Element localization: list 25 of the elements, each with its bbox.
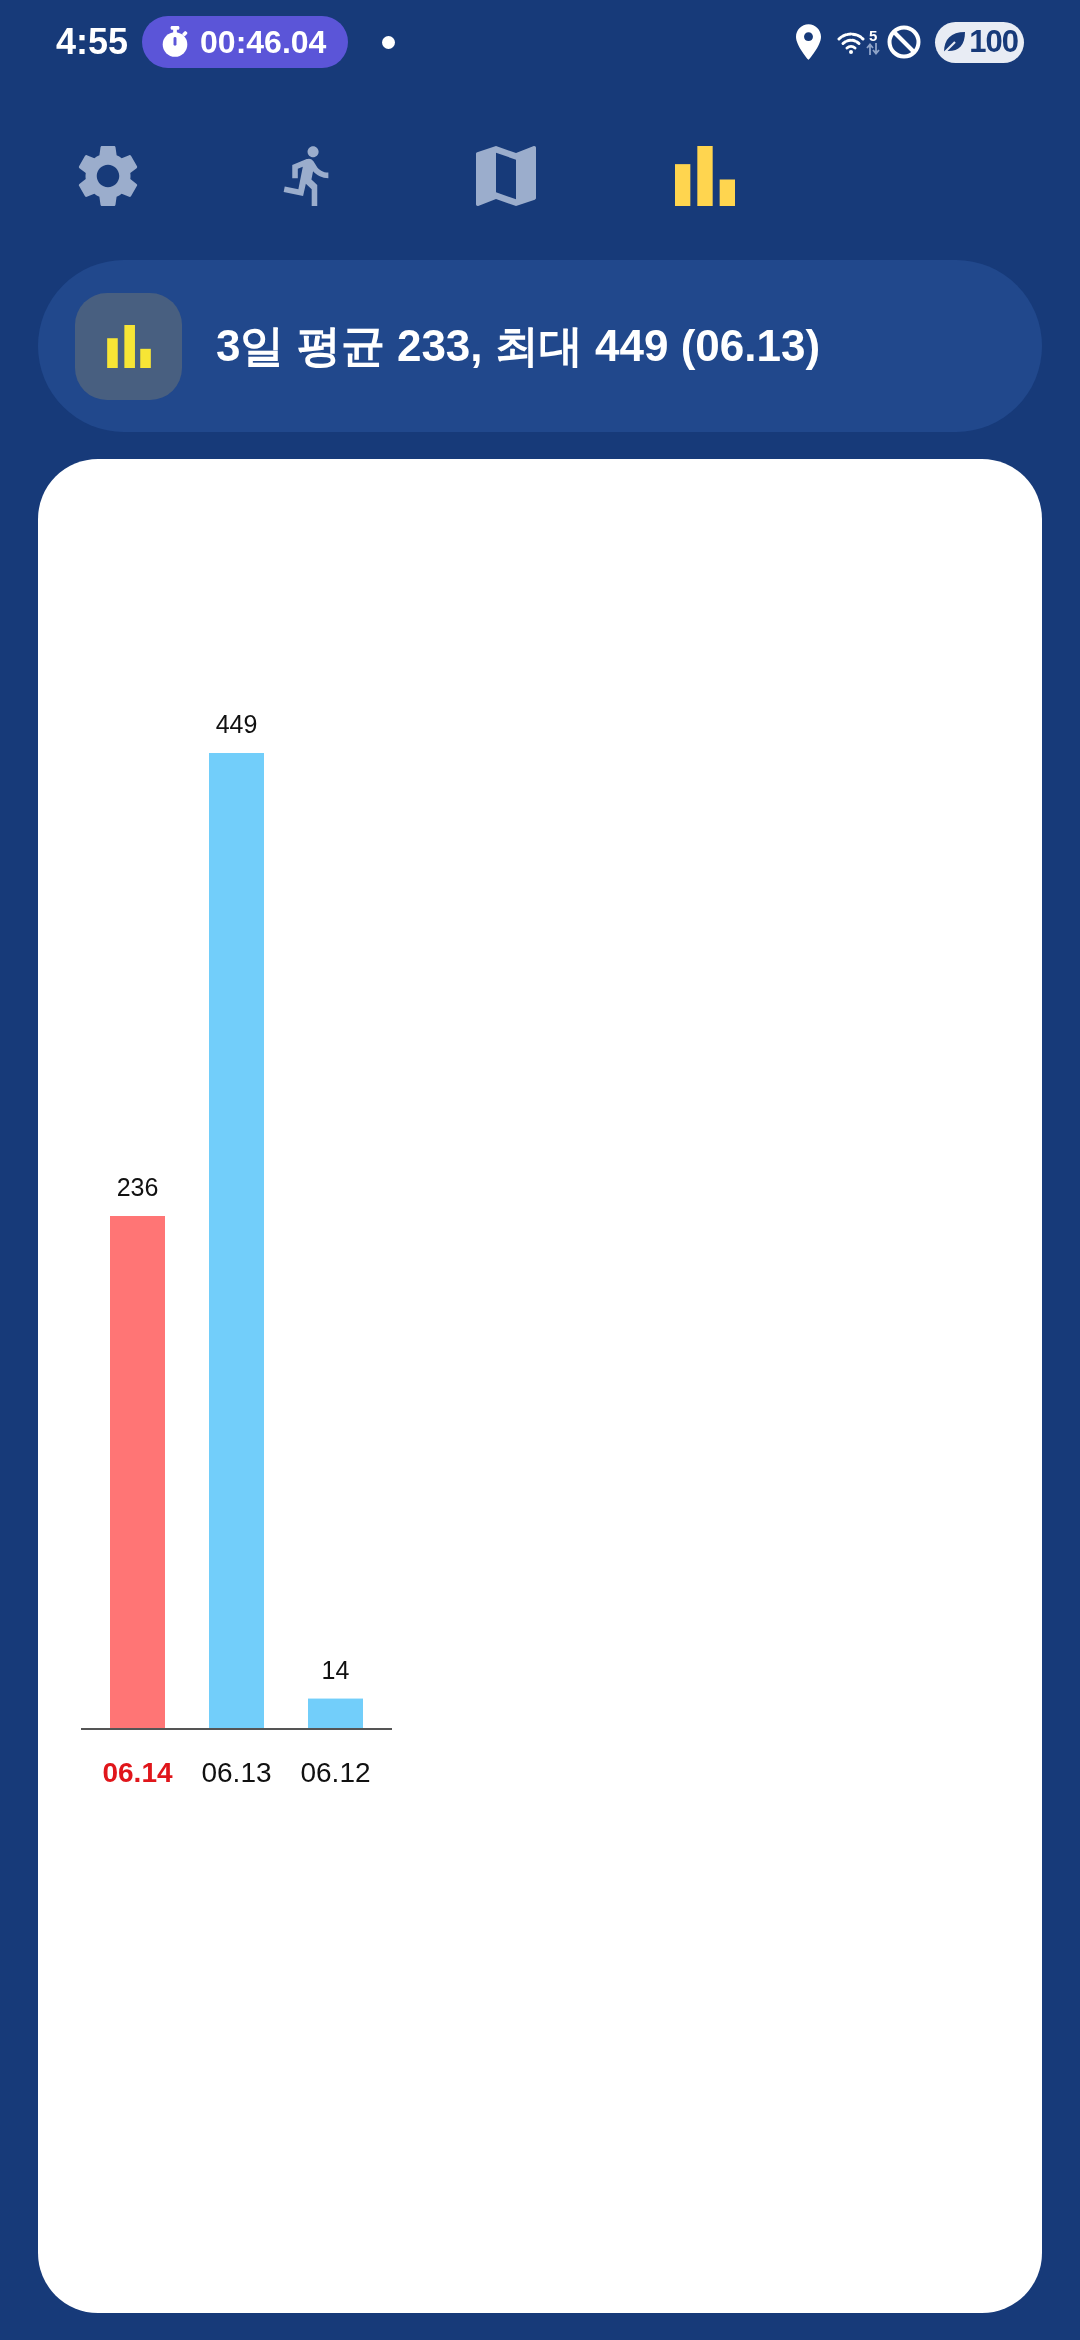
- location-pin-icon: [796, 24, 822, 60]
- battery-level-text: 100: [969, 24, 1018, 60]
- up-down-arrows-icon: [866, 43, 881, 55]
- statistics-tab[interactable]: [675, 146, 735, 206]
- bar-chart-icon: [75, 292, 182, 400]
- notification-dot-icon: [382, 35, 396, 49]
- map-tab[interactable]: [476, 146, 536, 206]
- bar-chart-icon: [675, 146, 735, 206]
- wifi-icon: [837, 30, 866, 54]
- timer-chip[interactable]: 00:46.04: [142, 16, 349, 68]
- settings-tab[interactable]: [78, 146, 138, 206]
- map-icon: [476, 146, 536, 206]
- summary-text: 3일 평균 233, 최대 449 (06.13): [216, 319, 821, 372]
- bar-value-label: 14: [321, 1655, 350, 1684]
- timer-text: 00:46.04: [200, 23, 327, 61]
- do-not-disturb-icon: [887, 25, 922, 59]
- bar-value-label: 236: [116, 1173, 159, 1201]
- status-time: 4:55: [56, 21, 129, 63]
- wifi-standard-label: 5: [869, 29, 878, 43]
- gear-icon: [78, 146, 138, 206]
- x-axis-label: 06.14: [102, 1757, 173, 1788]
- x-axis-label: 06.13: [201, 1757, 272, 1788]
- x-axis-label: 06.12: [300, 1757, 371, 1788]
- bar-value-label: 449: [215, 710, 258, 738]
- leaf-icon: [941, 29, 968, 55]
